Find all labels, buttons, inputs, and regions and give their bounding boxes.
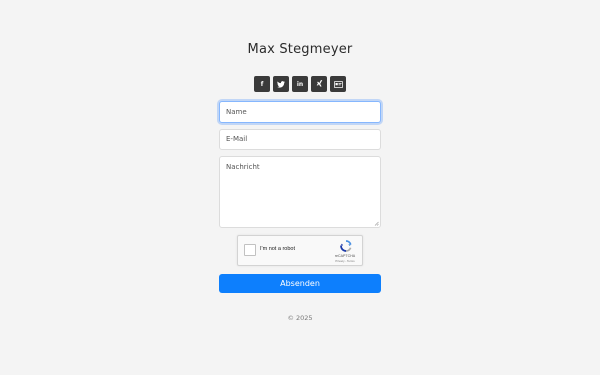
recaptcha-checkbox[interactable] — [244, 244, 256, 256]
recaptcha-brand: reCAPTCHA — [334, 254, 356, 258]
recaptcha-widget: I'm not a robot reCAPTCHA Privacy - Term… — [237, 235, 363, 266]
submit-button[interactable]: Absenden — [219, 274, 381, 293]
contact-page: Max Stegmeyer f in Name E-Mail Nachricht… — [0, 0, 600, 375]
recaptcha-label: I'm not a robot — [260, 246, 295, 252]
footer-copyright: © 2025 — [287, 314, 313, 322]
name-input[interactable]: Name — [219, 101, 381, 123]
xing-icon[interactable] — [311, 76, 327, 92]
social-links: f in — [254, 76, 346, 92]
resize-handle-icon[interactable] — [374, 221, 379, 226]
facebook-icon[interactable]: f — [254, 76, 270, 92]
page-title: Max Stegmeyer — [247, 42, 353, 57]
recaptcha-terms[interactable]: Privacy - Terms — [333, 259, 357, 263]
twitter-icon[interactable] — [273, 76, 289, 92]
linkedin-icon[interactable]: in — [292, 76, 308, 92]
email-input[interactable]: E-Mail — [219, 129, 381, 150]
id-card-icon[interactable] — [330, 76, 346, 92]
message-textarea[interactable]: Nachricht — [219, 156, 381, 228]
recaptcha-logo-icon — [340, 240, 352, 252]
message-placeholder: Nachricht — [226, 163, 260, 171]
